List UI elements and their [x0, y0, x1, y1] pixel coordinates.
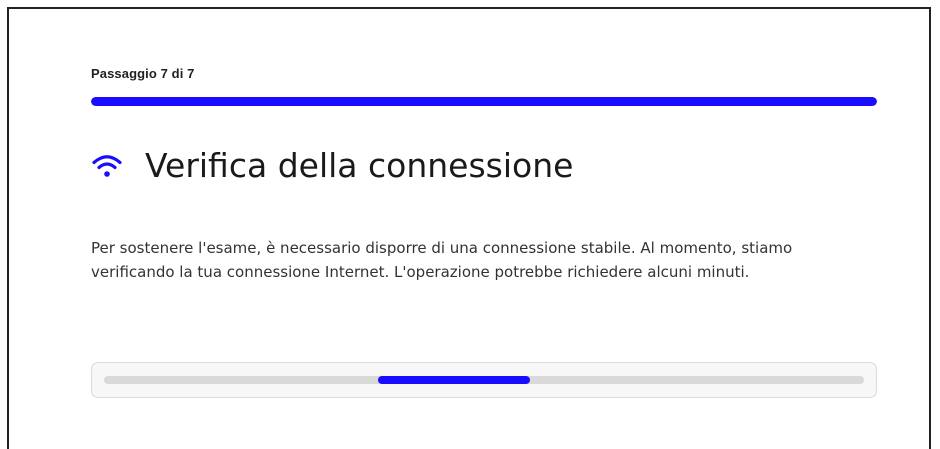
connection-check-indicator — [377, 376, 530, 384]
connection-check-progress — [91, 362, 877, 398]
step-progress-bar — [91, 97, 877, 106]
page-title: Verifica della connessione — [145, 146, 574, 185]
exam-check-panel: Passaggio 7 di 7 Verifica della connessi… — [7, 7, 931, 449]
connection-check-rail — [104, 376, 864, 384]
section-heading: Verifica della connessione — [91, 149, 573, 182]
wifi-icon — [92, 154, 122, 177]
step-indicator-label: Passaggio 7 di 7 — [91, 66, 195, 81]
step-progress-fill — [91, 97, 877, 106]
description-text: Per sostenere l'esame, è necessario disp… — [91, 239, 793, 281]
